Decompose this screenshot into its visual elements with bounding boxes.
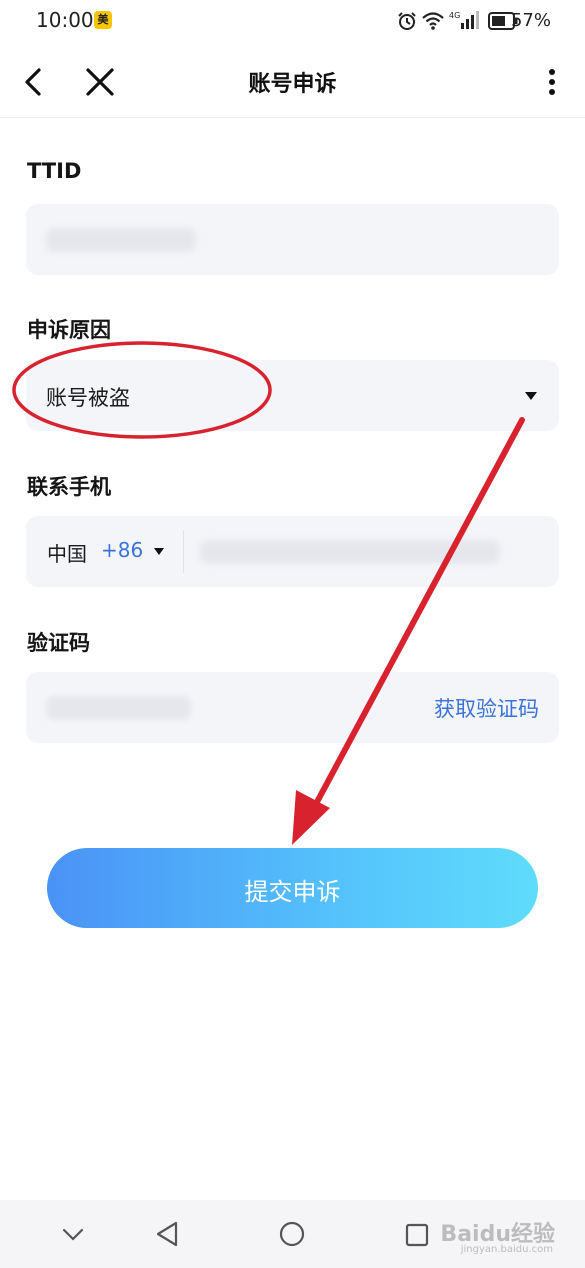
status-bar: 10:00 美 4G 57%	[0, 0, 585, 44]
home-circle-icon[interactable]	[278, 1220, 306, 1248]
phone-number-input[interactable]	[184, 516, 559, 587]
ttid-value-blurred	[46, 228, 196, 252]
recents-square-icon[interactable]	[404, 1222, 430, 1248]
watermark-url: jingyan.baidu.com	[460, 1244, 553, 1255]
battery-percent: 57%	[510, 10, 551, 31]
ttid-input[interactable]	[26, 204, 559, 275]
more-vertical-icon	[549, 69, 555, 95]
submit-appeal-label: 提交申诉	[244, 879, 341, 906]
page-title: 账号申诉	[248, 72, 337, 97]
code-field-group: 获取验证码	[26, 672, 559, 743]
system-navigation-bar: Baidu经验 jingyan.baidu.com	[0, 1200, 585, 1268]
dial-code: +86	[101, 538, 144, 562]
country-code-selector[interactable]: 中国 +86	[26, 516, 183, 587]
reason-label: 申诉原因	[27, 318, 111, 342]
country-dropdown-caret-icon	[154, 548, 164, 555]
navigation-bar: 账号申诉	[0, 44, 585, 118]
submit-appeal-button[interactable]: 提交申诉	[47, 848, 538, 928]
annotation-arrow-head	[292, 790, 330, 845]
wifi-icon	[422, 12, 444, 30]
back-triangle-icon[interactable]	[154, 1220, 182, 1248]
status-time: 10:00	[36, 8, 94, 32]
chevron-down-icon[interactable]	[60, 1222, 86, 1246]
app-notification-badge: 美	[94, 11, 112, 29]
dropdown-caret-icon	[525, 392, 537, 400]
phone-value-blurred	[200, 540, 500, 564]
reason-select[interactable]: 账号被盗	[26, 360, 559, 431]
country-name: 中国	[47, 542, 87, 566]
code-value-blurred	[46, 696, 191, 720]
get-code-button[interactable]: 获取验证码	[434, 693, 539, 723]
reason-select-value: 账号被盗	[46, 386, 130, 410]
status-icons: 4G 57%	[385, 0, 585, 44]
phone-label: 联系手机	[27, 475, 111, 499]
code-label: 验证码	[27, 631, 90, 655]
more-options-button[interactable]	[532, 62, 572, 102]
alarm-icon	[398, 12, 416, 30]
phone-field-group: 中国 +86	[26, 516, 559, 587]
signal-4g-icon: 4G	[449, 11, 479, 29]
annotation-arrow-shaft	[307, 417, 525, 818]
ttid-label: TTID	[27, 159, 82, 183]
verification-code-input[interactable]	[26, 672, 386, 743]
svg-text:4G: 4G	[449, 11, 460, 20]
